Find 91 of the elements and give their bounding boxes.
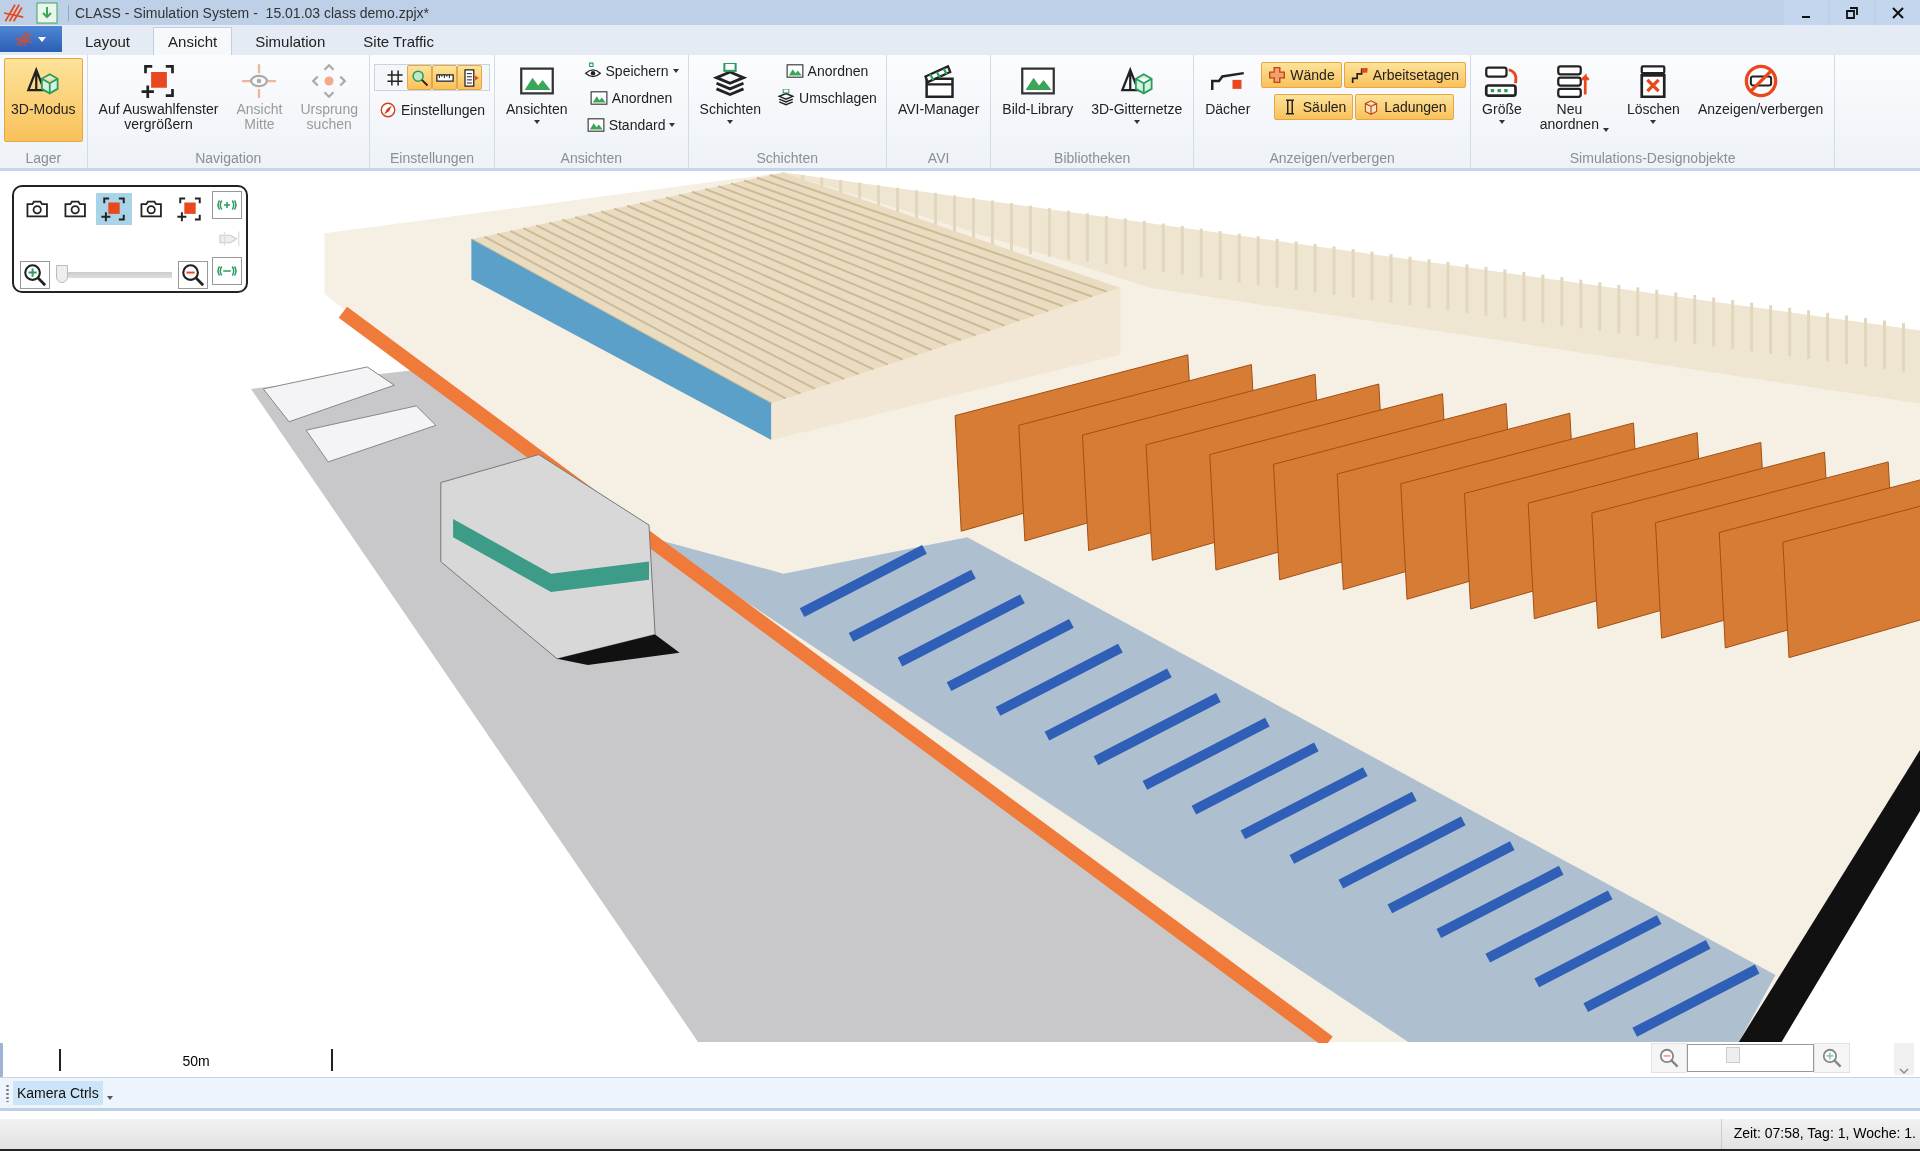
group-label: Lager — [24, 149, 63, 168]
save-icon[interactable] — [36, 1, 58, 24]
selection-frame-icon — [140, 63, 177, 99]
ribbon-button[interactable]: Neu anordnen — [1532, 58, 1616, 142]
ribbon-button[interactable]: 3D-Gitternetze — [1084, 58, 1190, 142]
logo-icon — [16, 30, 34, 48]
toolbar-button[interactable] — [432, 65, 457, 90]
restore-button[interactable] — [1830, 0, 1874, 25]
restore-icon — [1846, 6, 1858, 19]
overflow-icon[interactable] — [106, 1096, 113, 1100]
stairs-icon — [1350, 66, 1369, 84]
ribbon-tab[interactable]: Simulation — [240, 27, 341, 55]
resize-bars-icon — [1483, 63, 1520, 99]
caret-icon — [672, 68, 679, 73]
ribbon-button[interactable]: Ansichten — [499, 58, 575, 142]
crosshair-eye-icon — [241, 63, 278, 99]
magnifier-icon — [409, 67, 430, 88]
hide-icon — [1742, 63, 1779, 99]
group-label: Navigation — [194, 149, 263, 168]
status-text: Zeit: 07:58, Tag: 1, Woche: 1. — [1720, 1119, 1920, 1149]
toolbar-button[interactable] — [407, 65, 432, 90]
ribbon-button[interactable]: Größe — [1475, 58, 1529, 142]
toggle-button[interactable]: Wände — [1261, 62, 1342, 88]
group-label: AVI — [926, 149, 951, 168]
caret-icon — [533, 120, 540, 124]
toggle-button[interactable]: Arbeitsetagen — [1343, 62, 1467, 88]
ribbon-button[interactable]: Auf Auswahlfenster vergrößern — [91, 58, 226, 142]
eye-icon — [583, 61, 602, 80]
caret-icon — [1498, 120, 1505, 124]
close-icon — [1892, 6, 1904, 19]
group-label: Ansichten — [559, 149, 624, 168]
ribbon-button[interactable]: Löschen — [1619, 58, 1687, 142]
selection-frame-icon — [177, 196, 203, 222]
layers-icon — [712, 63, 749, 99]
four-arrows-icon — [311, 63, 348, 99]
close-button[interactable] — [1876, 0, 1920, 25]
compass-icon — [378, 100, 397, 119]
cross-icon — [1268, 66, 1287, 84]
picture-icon — [586, 115, 605, 134]
scale-bar: 50m — [59, 1049, 333, 1071]
zoom-out-icon — [180, 262, 206, 288]
grip-handle[interactable] — [6, 1084, 9, 1102]
ribbon-button[interactable]: Speichern — [578, 58, 684, 83]
group-label: Schichten — [755, 149, 819, 168]
caret-icon — [669, 122, 676, 127]
toolbar-button[interactable] — [457, 65, 482, 90]
zoom-in-button[interactable] — [20, 261, 50, 289]
group-label: Bibliotheken — [1053, 149, 1132, 168]
group-label: Anzeigen/verbergen — [1268, 149, 1396, 168]
minimize-icon — [1802, 15, 1810, 18]
ribbon-button[interactable]: Anordnen — [584, 85, 678, 110]
caret-icon — [1650, 120, 1657, 124]
ribbon-button[interactable]: Einstellungen — [373, 97, 491, 122]
ribbon-tab[interactable]: Layout — [70, 27, 146, 55]
ribbon-button[interactable]: Bild-Library — [995, 58, 1081, 142]
ribbon-button[interactable]: Anzeigen/verbergen — [1690, 58, 1831, 142]
caret-icon — [1133, 120, 1140, 124]
ribbon-button[interactable]: 3D-Modus — [4, 58, 83, 142]
zoom-in-icon — [1821, 1047, 1843, 1069]
layers-icon — [777, 88, 796, 107]
zoom-in-icon — [22, 262, 48, 288]
window-title: CLASS - Simulation System - 15.01.03 class demo.zpjx* — [68, 4, 1782, 21]
ribbon-button[interactable]: Dächer — [1198, 58, 1258, 142]
chevron-down-icon — [1899, 1067, 1909, 1075]
toggle-button[interactable]: Ladungen — [1355, 94, 1454, 120]
selection-frame-icon — [101, 196, 127, 222]
ribbon-tab[interactable]: Site Traffic — [348, 27, 449, 55]
ribbon-button[interactable]: AVI-Manager — [890, 58, 987, 142]
camera-mode-button[interactable] — [96, 193, 132, 225]
ribbon-tab[interactable]: Ansicht — [153, 27, 233, 55]
caret-icon — [727, 120, 734, 124]
slider-thumb[interactable] — [1725, 1047, 1740, 1063]
widen-button[interactable] — [212, 191, 242, 219]
logo-icon — [4, 1, 26, 24]
zoom-slider[interactable] — [1687, 1044, 1814, 1072]
slider-thumb[interactable] — [56, 265, 68, 283]
group-label: Simulations-Designobjekte — [1568, 149, 1737, 168]
toggle-button[interactable]: Säulen — [1273, 94, 1354, 120]
toolbar-tab[interactable]: Kamera Ctrls — [13, 1081, 103, 1105]
group-label: Einstellungen — [388, 149, 476, 168]
zoom-out-icon — [1658, 1047, 1680, 1069]
scrollbar[interactable] — [1894, 1043, 1914, 1075]
picture-icon — [785, 61, 804, 80]
zoom-out-button[interactable] — [178, 261, 208, 289]
ribbon-button[interactable]: Umschlagen — [772, 85, 882, 110]
picture-icon — [589, 88, 608, 107]
ribbon-button[interactable]: Schichten — [692, 58, 769, 142]
ribbon-button[interactable]: Standard — [581, 112, 681, 137]
ribbon-button[interactable]: Anordnen — [780, 58, 874, 83]
caret-icon — [1602, 128, 1609, 132]
caret-icon — [38, 36, 46, 42]
